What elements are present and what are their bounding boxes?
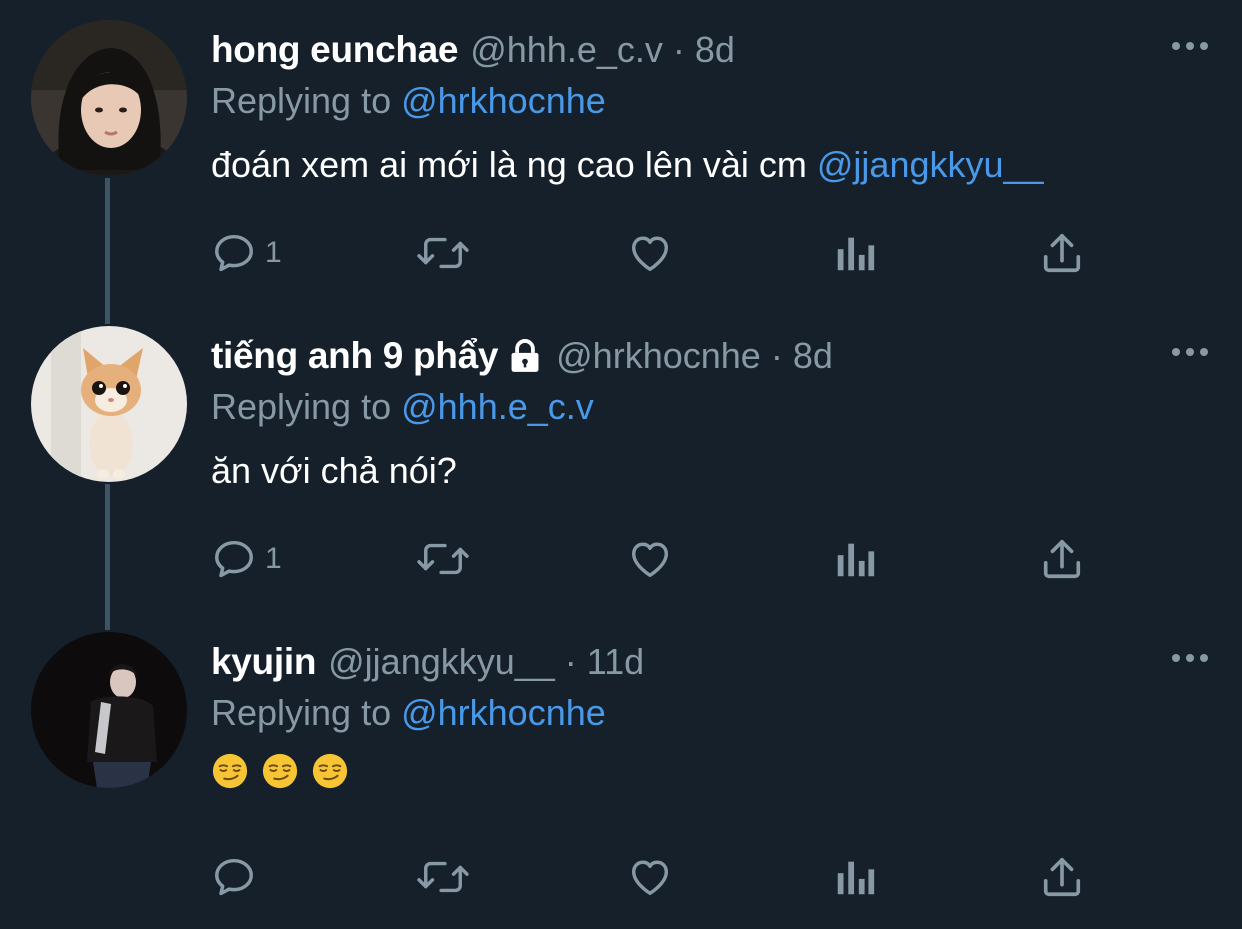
tweet-body: ăn với chả nói? <box>211 450 457 491</box>
retweet-icon <box>417 543 469 575</box>
smirking-face-emoji-icon <box>312 753 348 789</box>
replying-to: Replying to @hhh.e_c.v <box>211 386 594 428</box>
replying-mention[interactable]: @hrkhocnhe <box>401 692 606 733</box>
replying-to: Replying to @hrkhocnhe <box>211 80 606 122</box>
action-bar <box>211 852 1091 902</box>
reply-count: 1 <box>265 542 282 575</box>
replying-mention[interactable]: @hrkhocnhe <box>401 80 606 121</box>
analytics-button[interactable] <box>833 228 877 278</box>
reply-icon <box>215 858 253 896</box>
share-button[interactable] <box>1039 852 1085 902</box>
replying-prefix: Replying to <box>211 386 402 427</box>
tweet-header: hong eunchae @hhh.e_c.v · 8d <box>211 28 735 72</box>
timestamp[interactable]: 11d <box>587 641 644 683</box>
display-name[interactable]: kyujin <box>211 641 316 683</box>
reply-count: 1 <box>265 236 282 269</box>
replying-prefix: Replying to <box>211 80 402 121</box>
more-icon[interactable] <box>1170 648 1210 668</box>
avatar-photo-kitten-icon <box>31 326 187 482</box>
retweet-button[interactable] <box>416 852 470 902</box>
analytics-icon <box>837 543 875 577</box>
tweet-header: kyujin @jjangkkyu__ · 11d <box>211 640 644 684</box>
share-button[interactable] <box>1039 228 1085 278</box>
tweet-3[interactable]: kyujin @jjangkkyu__ · 11d Replying to @h… <box>0 612 1242 918</box>
avatar-photo-girl-icon <box>31 20 187 176</box>
share-icon <box>1043 539 1081 579</box>
action-bar: 1 <box>211 534 1091 584</box>
retweet-button[interactable] <box>416 534 470 584</box>
action-bar: 1 <box>211 228 1091 278</box>
replying-prefix: Replying to <box>211 692 402 733</box>
tweet-emojis <box>211 752 349 790</box>
timestamp[interactable]: 8d <box>695 29 735 71</box>
more-icon[interactable] <box>1170 36 1210 56</box>
separator-dot: · <box>770 335 783 376</box>
smirking-face-emoji-icon <box>262 753 298 789</box>
user-handle[interactable]: @hrkhocnhe <box>556 335 761 377</box>
text-mention[interactable]: @jjangkkyu__ <box>817 144 1044 185</box>
tweet-header: tiếng anh 9 phẩy @hrkhocnhe · 8d <box>211 334 833 378</box>
like-button[interactable] <box>626 228 674 278</box>
tweet-text: ăn với chả nói? <box>211 450 457 492</box>
tweet-1[interactable]: hong eunchae @hhh.e_c.v · 8d Replying to… <box>0 0 1242 306</box>
separator-dot: · <box>672 29 685 70</box>
avatar[interactable] <box>31 326 187 482</box>
replying-mention[interactable]: @hhh.e_c.v <box>401 386 594 427</box>
reply-icon <box>215 540 253 578</box>
like-button[interactable] <box>626 534 674 584</box>
lock-icon <box>511 339 539 372</box>
like-button[interactable] <box>626 852 674 902</box>
timestamp[interactable]: 8d <box>793 335 833 377</box>
analytics-button[interactable] <box>833 534 877 584</box>
avatar[interactable] <box>31 632 187 788</box>
reply-icon <box>215 234 253 272</box>
analytics-button[interactable] <box>833 852 877 902</box>
retweet-icon <box>417 237 469 269</box>
tweet-2[interactable]: tiếng anh 9 phẩy @hrkhocnhe · 8d Replyin… <box>0 306 1242 612</box>
more-icon[interactable] <box>1170 342 1210 362</box>
avatar[interactable] <box>31 20 187 176</box>
analytics-icon <box>837 237 875 271</box>
reply-button[interactable] <box>211 852 265 902</box>
analytics-icon <box>837 861 875 895</box>
retweet-button[interactable] <box>416 228 470 278</box>
retweet-icon <box>417 861 469 893</box>
reply-button[interactable]: 1 <box>211 534 282 584</box>
display-name[interactable]: hong eunchae <box>211 29 459 71</box>
heart-icon <box>631 236 669 272</box>
tweet-text: đoán xem ai mới là ng cao lên vài cm @jj… <box>211 144 1044 186</box>
heart-icon <box>631 542 669 578</box>
separator-dot: · <box>564 641 577 682</box>
share-icon <box>1043 857 1081 897</box>
avatar-photo-dark-icon <box>31 632 187 788</box>
reply-button[interactable]: 1 <box>211 228 282 278</box>
share-button[interactable] <box>1039 534 1085 584</box>
user-handle[interactable]: @jjangkkyu__ <box>328 641 555 683</box>
user-handle[interactable]: @hhh.e_c.v <box>470 29 663 71</box>
heart-icon <box>631 860 669 896</box>
tweet-body: đoán xem ai mới là ng cao lên vài cm <box>211 144 817 185</box>
replying-to: Replying to @hrkhocnhe <box>211 692 606 734</box>
smirking-face-emoji-icon <box>212 753 248 789</box>
display-name[interactable]: tiếng anh 9 phẩy <box>211 335 498 377</box>
share-icon <box>1043 233 1081 273</box>
